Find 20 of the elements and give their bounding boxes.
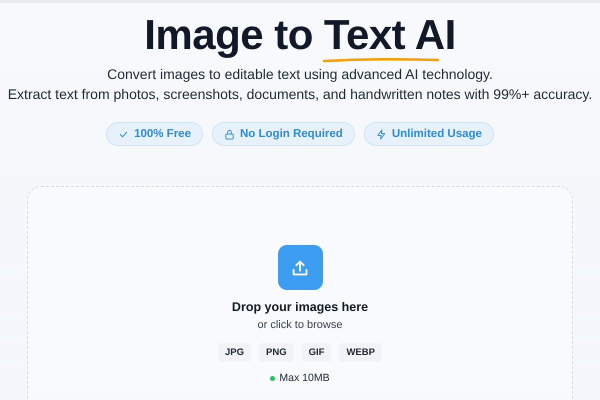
page-title: Image to [144,10,313,60]
browse-hint: or click to browse [258,319,342,331]
dropzone-heading: Drop your images here [232,300,368,314]
subtitle: Extract text from photos, screenshots, documents, and handwritten notes with 99%+ accuracy. [8,85,592,104]
format-tag: GIF [302,343,332,362]
feature-badge: Unlimited Usage [364,122,494,146]
feature-badge: No Login Required [212,122,355,146]
format-tag: JPG [218,343,252,362]
highlighted-title: Text AI [324,10,456,60]
format-tag: WEBP [339,343,382,362]
feature-badge: 100% Free [106,122,203,146]
upload-dropzone[interactable]: Drop your images here or click to browse JPG PNG GIF WEBP Max 10MB [27,186,573,400]
subtitle: Convert images to editable text using advanced AI technology. [106,65,494,84]
lightning-icon [376,128,387,140]
status-dot [270,376,276,380]
format-tag: PNG [259,343,294,362]
lock-icon [224,128,235,140]
upload-icon[interactable] [278,245,322,290]
size-limit: Max 10MB [279,372,330,384]
check-icon [118,128,130,140]
